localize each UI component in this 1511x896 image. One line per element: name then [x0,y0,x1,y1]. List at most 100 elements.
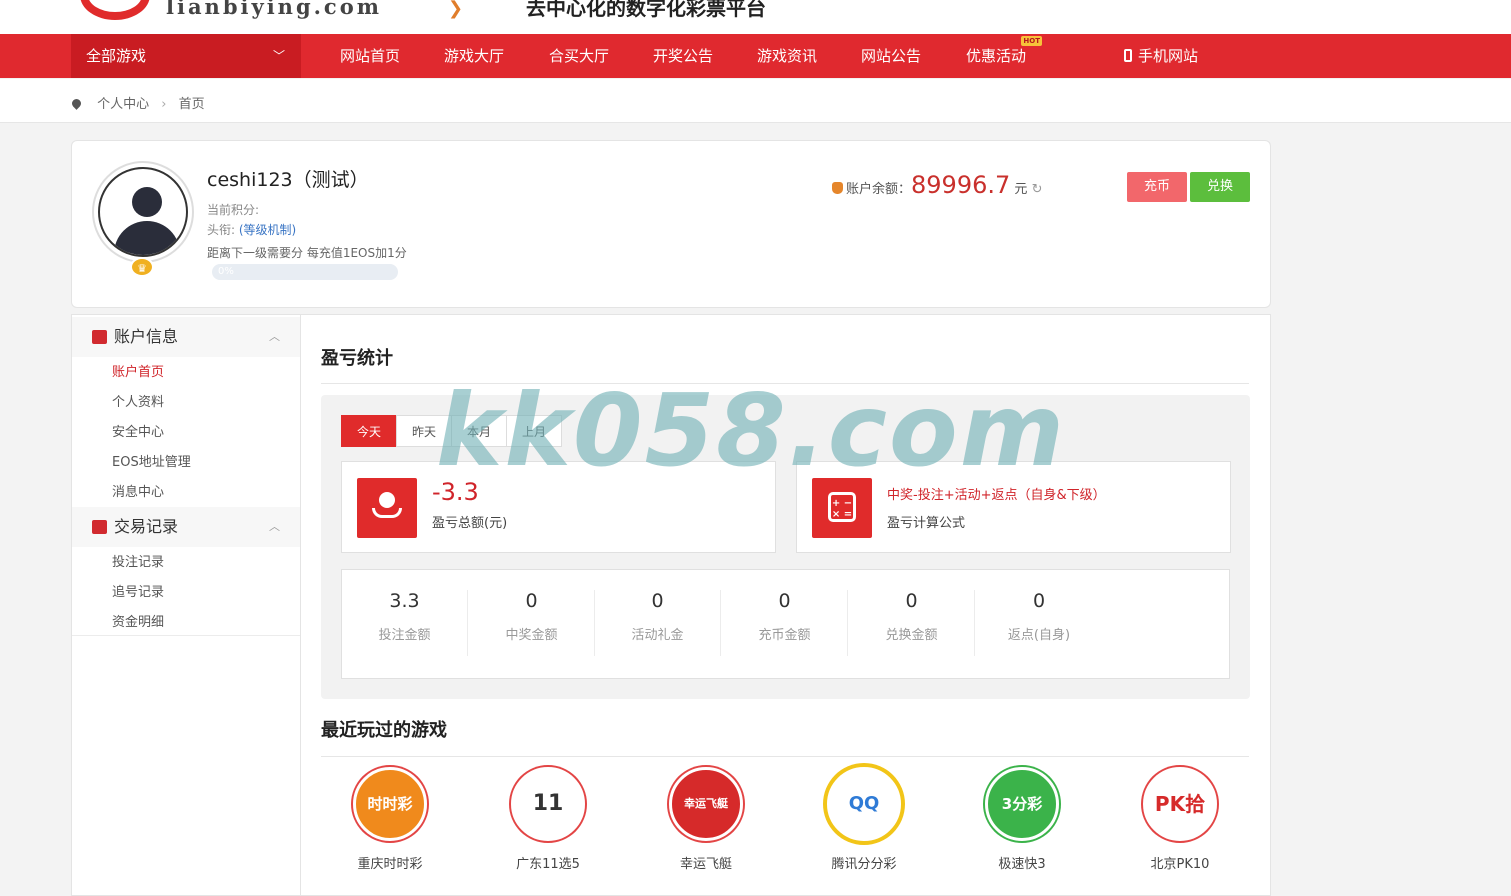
sidebar-item-profile[interactable]: 个人资料 [112,391,164,410]
stat-label: 投注金额 [378,628,431,643]
game-cqssc[interactable]: 时时彩 重庆时时彩 [330,767,450,872]
game-name: 极速快3 [998,857,1046,872]
progress-text: 0% [218,266,234,277]
nav-draw-notice[interactable]: 开奖公告 [653,34,713,78]
crown-icon: ♛ [130,257,154,277]
exchange-button[interactable]: 兑换 [1190,172,1250,202]
stat-value: 3.3 [389,590,420,612]
game-name: 重庆时时彩 [357,857,423,872]
stat-value: 0 [905,590,918,612]
stat-label: 返点(自身) [1007,628,1071,643]
divider [321,383,1249,384]
stat-label: 兑换金额 [885,628,938,643]
game-gd11x5[interactable]: 11 广东11选5 [488,767,608,872]
game-lucky-airship[interactable]: 幸运飞艇 幸运飞艇 [646,767,766,872]
main-nav: 全部游戏 ﹀ 网站首页 游戏大厅 合买大厅 开奖公告 游戏资讯 网站公告 优惠活… [0,34,1511,78]
stat-win-amount: 0 中奖金额 [469,590,595,656]
tencent-icon: QQ [827,767,901,841]
slogan: 去中心化的数字化彩票平台 [526,0,766,20]
title-row: 头衔: (等级机制) [207,221,296,238]
level-mechanism-link[interactable]: (等级机制) [239,223,296,237]
game-name: 北京PK10 [1150,857,1210,872]
recharge-button[interactable]: 充币 [1127,172,1187,202]
profile-card: ♛ ceshi123（测试） 当前积分: 头衔: (等级机制) 距离下一级需要分… [71,140,1271,308]
account-info-icon [92,330,107,344]
pk10-icon: PK拾 [1143,767,1217,841]
stat-recharge-amount: 0 充币金额 [722,590,848,656]
chevron-right-icon: › [161,97,167,112]
sidebar: 账户信息 ︿ 账户首页 个人资料 安全中心 EOS地址管理 消息中心 交易记录 … [71,314,301,896]
sidebar-item-security[interactable]: 安全中心 [112,421,164,440]
nav-game-news[interactable]: 游戏资讯 [757,34,817,78]
chevron-up-icon: ︿ [269,330,280,343]
all-games-label: 全部游戏 [86,47,147,65]
game-name: 幸运飞艇 [679,857,732,872]
top-header: lianbiying.com ❯ 去中心化的数字化彩票平台 [0,0,1511,34]
nav-promotions[interactable]: 优惠活动 HOT [966,34,1043,78]
divider [321,756,1249,757]
sidebar-item-bet-records[interactable]: 投注记录 [112,551,164,570]
sidebar-item-messages[interactable]: 消息中心 [112,481,164,500]
game-jisu-k3[interactable]: 3分彩 极速快3 [962,767,1082,872]
profit-total-card: -3.3 盈亏总额(元) [341,461,776,553]
sidebar-section-account[interactable]: 账户信息 ︿ [72,317,300,357]
stat-rebate: 0 返点(自身) [976,590,1102,656]
points-label: 当前积分: [207,203,260,217]
recent-games-list: 时时彩 重庆时时彩 11 广东11选5 幸运飞艇 幸运飞艇 QQ 腾讯分分彩 3… [321,767,1250,877]
main-content: 盈亏统计 今天 昨天 本月 上月 -3.3 盈亏总额(元) + − × = 中奖-… [301,314,1271,896]
sidebar-item-eos-address[interactable]: EOS地址管理 [112,451,191,470]
stats-summary: 3.3 投注金额 0 中奖金额 0 活动礼金 0 充币金额 0 兑换金额 0 返… [341,569,1230,679]
stat-label: 中奖金额 [505,628,558,643]
profit-stats-title: 盈亏统计 [321,348,393,369]
hand-coin-icon [357,478,417,538]
chevron-down-icon: ﹀ [272,49,285,63]
logo-icon[interactable] [80,0,150,20]
lottery-ssc-icon: 时时彩 [353,767,427,841]
tab-yesterday[interactable]: 昨天 [396,415,452,447]
nav-home[interactable]: 网站首页 [340,34,400,78]
avatar[interactable] [92,161,194,263]
location-pin-icon [70,97,83,110]
profit-formula-card: + − × = 中奖-投注+活动+返点（自身&下级） 盈亏计算公式 [796,461,1231,553]
level-progress-bar: 0% [212,264,398,280]
nav-site-notice[interactable]: 网站公告 [861,34,921,78]
sidebar-divider [72,635,300,636]
gd11x5-icon: 11 [511,767,585,841]
nav-mobile-label: 手机网站 [1138,47,1199,65]
airship-icon: 幸运飞艇 [669,767,743,841]
stat-exchange-amount: 0 兑换金额 [849,590,975,656]
sidebar-item-funds-detail[interactable]: 资金明细 [112,611,164,630]
logo-text[interactable]: lianbiying.com [166,0,382,19]
tab-last-month[interactable]: 上月 [506,415,562,447]
dice-icon: 3分彩 [985,767,1059,841]
period-tabs: 今天 昨天 本月 上月 [341,415,562,447]
recent-games-title: 最近玩过的游戏 [321,720,447,741]
sidebar-section-trade-title: 交易记录 [114,517,179,536]
tab-this-month[interactable]: 本月 [451,415,507,447]
breadcrumb-bar: 个人中心 › 首页 [0,79,1511,123]
stat-label: 活动礼金 [631,628,684,643]
game-tencent-ffc[interactable]: QQ 腾讯分分彩 [804,767,924,872]
profit-stats-panel: 今天 昨天 本月 上月 -3.3 盈亏总额(元) + − × = 中奖-投注+活动… [321,395,1250,699]
profit-total-value: -3.3 [432,478,479,506]
account-balance: 账户余额：89996.7 元 ↻ [832,171,1042,199]
breadcrumb: 个人中心 › 首页 [70,93,205,112]
stat-value: 0 [1032,590,1046,612]
sidebar-section-trade[interactable]: 交易记录 ︿ [72,507,300,547]
stat-value: 0 [525,590,538,612]
sidebar-section-account-title: 账户信息 [114,327,179,346]
sidebar-item-chase-records[interactable]: 追号记录 [112,581,164,600]
all-games-dropdown[interactable]: 全部游戏 ﹀ [71,34,301,78]
nav-game-hall[interactable]: 游戏大厅 [444,34,504,78]
refresh-icon[interactable]: ↻ [1032,182,1043,197]
sidebar-item-account-home[interactable]: 账户首页 [112,361,164,380]
tab-today[interactable]: 今天 [341,415,397,447]
username: ceshi123（测试） [207,169,369,191]
game-bj-pk10[interactable]: PK拾 北京PK10 [1120,767,1240,872]
balance-label: 账户余额： [846,182,912,197]
nav-group-buy[interactable]: 合买大厅 [549,34,609,78]
balance-unit: 元 [1014,182,1028,197]
money-bag-icon [832,182,843,194]
breadcrumb-personal-center[interactable]: 个人中心 [97,97,149,112]
nav-mobile[interactable]: 手机网站 [1124,34,1198,78]
